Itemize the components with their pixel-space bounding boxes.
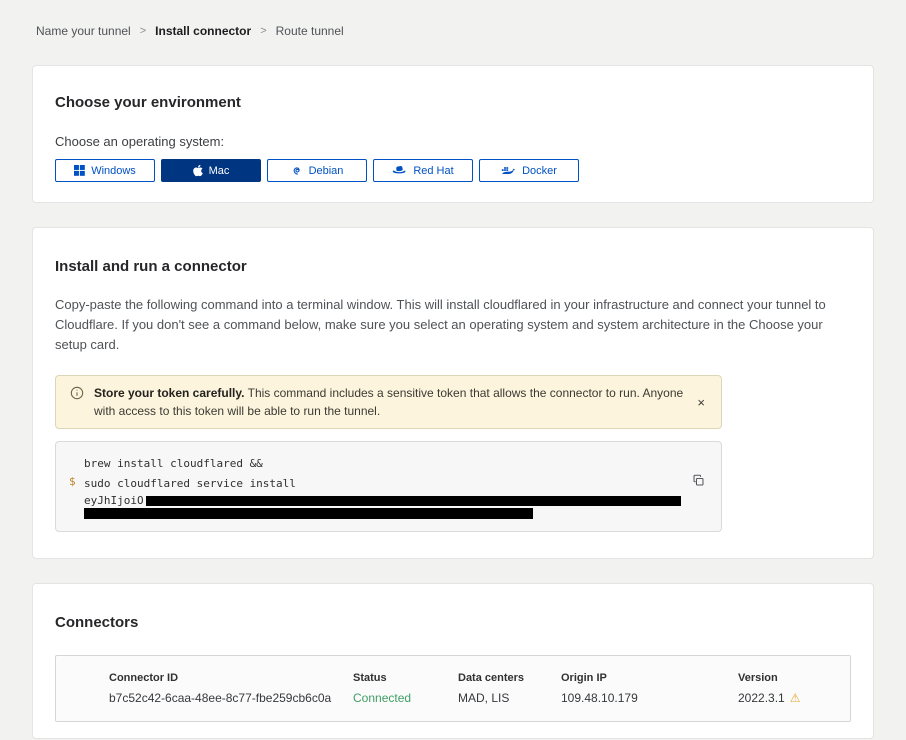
install-command-codeblock: $ brew install cloudflared && sudo cloud… xyxy=(55,441,722,532)
os-button-windows[interactable]: Windows xyxy=(55,159,155,182)
header-data-centers: Data centers xyxy=(458,672,561,684)
shell-prompt: $ xyxy=(69,475,76,488)
info-icon xyxy=(70,386,84,405)
os-button-debian[interactable]: Debian xyxy=(267,159,367,182)
os-button-label: Red Hat xyxy=(413,165,453,177)
os-button-row: Windows Mac Debian Red Hat Docker xyxy=(55,159,851,182)
header-origin-ip: Origin IP xyxy=(561,672,738,684)
connectors-card-title: Connectors xyxy=(55,614,851,631)
os-button-mac[interactable]: Mac xyxy=(161,159,261,182)
connectors-table: Connector ID Status Data centers Origin … xyxy=(55,655,851,722)
breadcrumb-name-your-tunnel[interactable]: Name your tunnel xyxy=(36,24,131,38)
version-value: 2022.3.1 xyxy=(738,691,785,705)
token-warning-alert: Store your token carefully. This command… xyxy=(55,375,722,429)
redacted-token-bar xyxy=(146,496,681,506)
header-status: Status xyxy=(353,672,458,684)
code-line-brew-install: brew install cloudflared && xyxy=(84,454,705,474)
redhat-icon xyxy=(392,165,407,176)
breadcrumb: Name your tunnel > Install connector > R… xyxy=(0,0,906,38)
close-icon[interactable]: × xyxy=(693,393,709,412)
environment-card-title: Choose your environment xyxy=(55,94,851,111)
os-button-label: Mac xyxy=(209,165,230,177)
version-warning-icon: ⚠ xyxy=(790,692,801,704)
token-prefix: eyJhIjoiO xyxy=(84,494,144,507)
install-card-title: Install and run a connector xyxy=(55,258,851,275)
breadcrumb-route-tunnel[interactable]: Route tunnel xyxy=(276,24,344,38)
os-button-label: Debian xyxy=(309,165,344,177)
os-button-label: Docker xyxy=(522,165,557,177)
header-connector-id: Connector ID xyxy=(56,672,353,684)
cell-origin-ip: 109.48.10.179 xyxy=(561,691,738,705)
redacted-token-bar xyxy=(84,508,533,519)
cell-connector-id: b7c52c42-6caa-48ee-8c77-fbe259cb6c0a xyxy=(56,691,353,705)
status-badge: Connected xyxy=(353,691,458,705)
code-line-service-install: sudo cloudflared service install xyxy=(84,474,705,494)
token-warning-title: Store your token carefully. xyxy=(94,386,245,400)
breadcrumb-install-connector[interactable]: Install connector xyxy=(155,24,251,38)
connectors-card: Connectors Connector ID Status Data cent… xyxy=(32,583,874,739)
table-header-row: Connector ID Status Data centers Origin … xyxy=(56,656,850,684)
os-button-docker[interactable]: Docker xyxy=(479,159,579,182)
cell-version: 2022.3.1 ⚠ xyxy=(738,691,850,705)
header-version: Version xyxy=(738,672,850,684)
apple-icon xyxy=(193,164,203,177)
os-select-label: Choose an operating system: xyxy=(55,134,851,149)
token-warning-text: Store your token carefully. This command… xyxy=(94,384,683,420)
copy-icon[interactable] xyxy=(690,472,707,492)
windows-icon xyxy=(74,165,85,176)
cell-data-centers: MAD, LIS xyxy=(458,691,561,705)
code-token-line: eyJhIjoiO xyxy=(84,494,705,507)
debian-icon xyxy=(291,165,303,177)
table-row: b7c52c42-6caa-48ee-8c77-fbe259cb6c0a Con… xyxy=(56,684,850,721)
os-button-redhat[interactable]: Red Hat xyxy=(373,159,473,182)
choose-environment-card: Choose your environment Choose an operat… xyxy=(32,65,874,203)
install-description: Copy-paste the following command into a … xyxy=(55,295,850,355)
install-connector-card: Install and run a connector Copy-paste t… xyxy=(32,227,874,559)
breadcrumb-separator: > xyxy=(140,25,146,37)
breadcrumb-separator: > xyxy=(260,25,266,37)
docker-icon xyxy=(501,165,516,176)
os-button-label: Windows xyxy=(91,165,136,177)
